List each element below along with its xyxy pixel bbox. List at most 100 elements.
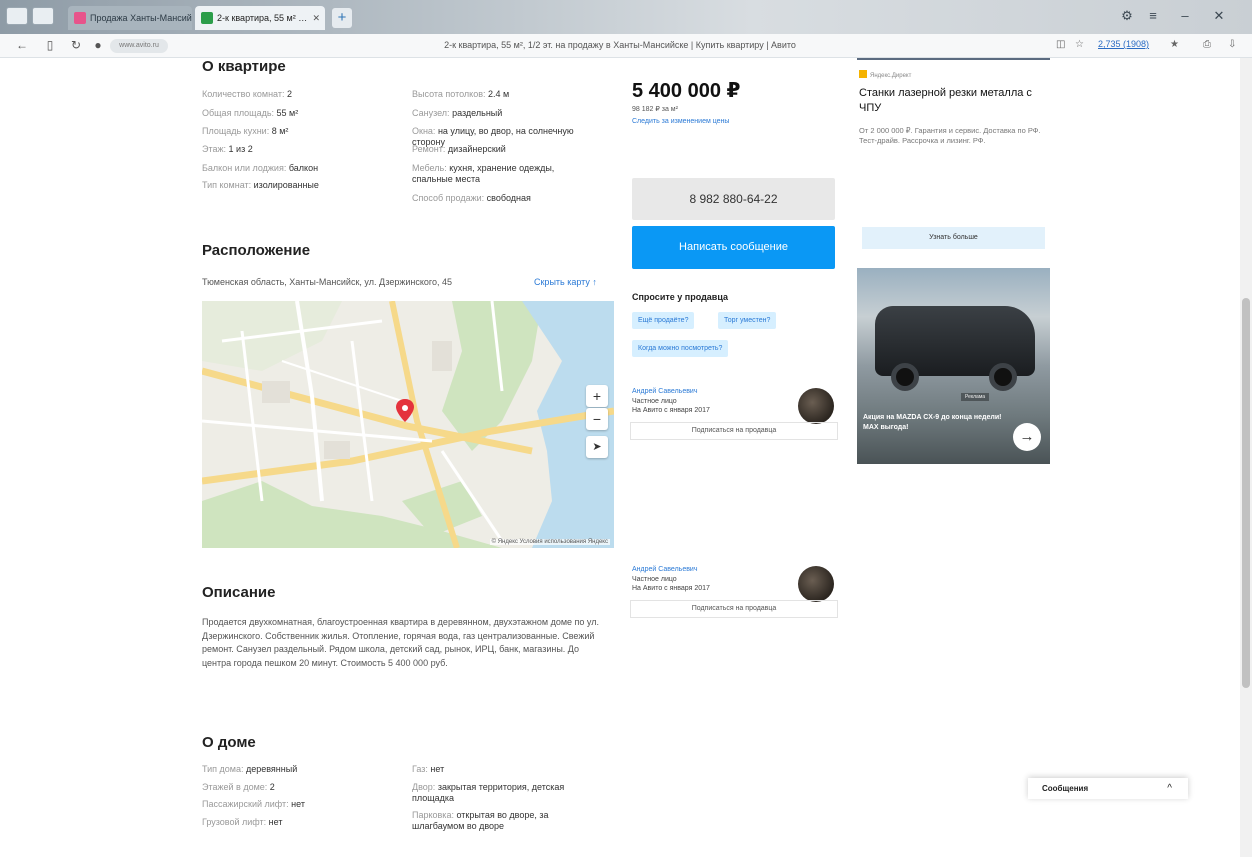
spec-value: раздельный xyxy=(452,108,503,118)
geolocate-icon[interactable]: ➤ xyxy=(586,436,608,458)
seller-name-link[interactable]: Андрей Савельевич xyxy=(632,388,698,395)
spec-row: Общая площадь: 55 м² xyxy=(202,108,298,119)
menu-icon[interactable]: ≡ xyxy=(1144,8,1162,23)
zoom-out-button[interactable]: − xyxy=(586,408,608,430)
tab-active[interactable]: 2-к квартира, 55 м² … ✕ xyxy=(195,6,325,30)
show-phone-button[interactable]: 8 982 880-64-22 xyxy=(632,178,835,220)
star-icon[interactable]: ★ xyxy=(1170,39,1179,50)
ad-banner-text[interactable]: Яндекс.Директ Станки лазерной резки мета… xyxy=(857,58,1050,258)
spec-row: Количество комнат: 2 xyxy=(202,89,292,100)
spec-row: Грузовой лифт: нет xyxy=(202,817,282,828)
download-icon[interactable]: ⇩ xyxy=(1228,39,1236,50)
url-title[interactable]: 2-к квартира, 55 м², 1/2 эт. на продажу … xyxy=(200,40,1040,50)
sidebar-toggle-icon[interactable]: ▯ xyxy=(42,38,58,52)
spec-row: Ремонт: дизайнерский xyxy=(412,144,602,155)
seller-since: На Авито с января 2017 xyxy=(632,407,710,414)
chevron-up-icon[interactable]: ^ xyxy=(1167,778,1172,799)
back-icon[interactable]: ← xyxy=(14,38,30,52)
scrollbar[interactable] xyxy=(1240,58,1252,857)
seller-card: Андрей Савельевич Частное лицо На Авито … xyxy=(630,566,838,632)
spec-key: Способ продажи: xyxy=(412,193,485,203)
spec-key: Площадь кухни: xyxy=(202,126,270,136)
spec-key: Мебель: xyxy=(412,163,447,173)
ad-caption: Акция на MAZDA CX-9 до конца недели! МАХ… xyxy=(863,414,1002,431)
spec-key: Общая площадь: xyxy=(202,108,275,118)
spec-row: Тип дома: деревянный xyxy=(202,764,297,775)
spec-row: Пассажирский лифт: нет xyxy=(202,799,305,810)
map-copyright: © Яндекс Условия использования Яндекс xyxy=(489,539,610,545)
site-info-icon[interactable]: ● xyxy=(90,38,106,52)
browser-tab-bar: Продажа Ханты-Мансийск — Ав… 2-к квартир… xyxy=(0,0,1252,34)
reload-icon[interactable]: ↻ xyxy=(68,38,84,52)
spec-row: Этажей в доме: 2 xyxy=(202,782,275,793)
ad-source: Яндекс.Директ xyxy=(859,70,911,79)
url-chip[interactable]: www.avito.ru xyxy=(110,39,168,53)
spec-key: Ремонт: xyxy=(412,144,446,154)
seller-name-link[interactable]: Андрей Савельевич xyxy=(632,566,698,573)
spec-value: 2.4 м xyxy=(488,89,510,99)
toggle-map-link[interactable]: Скрыть карту ↑ xyxy=(534,277,597,287)
avatar[interactable] xyxy=(798,566,834,602)
close-window-button[interactable]: ✕ xyxy=(1210,8,1228,24)
page-content: О квартире Количество комнат: 2 Общая пл… xyxy=(0,58,1240,857)
settings-icon[interactable]: ⚙ xyxy=(1118,8,1136,24)
spec-row: Балкон или лоджия: балкон xyxy=(202,163,318,174)
subscribe-seller-button[interactable]: Подписаться на продавца xyxy=(630,600,838,618)
quick-question-chip[interactable]: Ещё продаёте? xyxy=(632,312,695,329)
messenger-widget[interactable]: Сообщения ^ xyxy=(1028,778,1188,799)
bookmark-icon[interactable]: ☆ xyxy=(1075,39,1084,50)
price-per-m2: 98 182 ₽ за м² xyxy=(632,106,678,113)
ask-seller-title: Спросите у продавца xyxy=(632,292,728,302)
ad-title[interactable]: Станки лазерной резки металла с ЧПУ xyxy=(859,86,1039,116)
ad-text: От 2 000 000 ₽. Гарантия и сервис. Доста… xyxy=(859,126,1041,145)
subscribe-seller-button[interactable]: Подписаться на продавца xyxy=(630,422,838,440)
extension-counter[interactable]: 2,735 (1908) xyxy=(1098,39,1149,49)
ad-source-label: Яндекс.Директ xyxy=(870,73,912,79)
map[interactable]: + − ➤ © Яндекс Условия использования Янд… xyxy=(202,301,614,548)
spec-key: Санузел: xyxy=(412,108,450,118)
tab-inactive[interactable]: Продажа Ханты-Мансийск — Ав… xyxy=(68,6,192,30)
reader-icon[interactable]: ◫ xyxy=(1056,39,1065,50)
tab-title: 2-к квартира, 55 м² … xyxy=(217,13,308,23)
car-wheel xyxy=(891,363,919,391)
new-tab-button[interactable]: + xyxy=(332,8,352,28)
spec-key: Высота потолков: xyxy=(412,89,486,99)
spec-row: Санузел: раздельный xyxy=(412,108,602,119)
tab-list-button[interactable] xyxy=(32,7,54,25)
workspaces-button[interactable] xyxy=(6,7,28,25)
spec-row: Высота потолков: 2.4 м xyxy=(412,89,602,100)
spec-value: нет xyxy=(268,817,283,827)
spec-key: Газ: xyxy=(412,764,428,774)
scrollbar-thumb[interactable] xyxy=(1242,298,1250,688)
spec-row: Газ: нет xyxy=(412,764,602,775)
ad-learn-more-button[interactable]: Узнать больше xyxy=(862,227,1045,249)
section-title-about: О квартире xyxy=(202,58,286,75)
write-message-button[interactable]: Написать сообщение xyxy=(632,226,835,269)
close-icon[interactable]: ✕ xyxy=(312,6,320,30)
seller-type: Частное лицо xyxy=(632,398,677,405)
share-icon[interactable]: ⎙ xyxy=(1203,39,1211,50)
spec-value: балкон xyxy=(288,163,319,173)
price-history-link[interactable]: Следить за изменением цены xyxy=(632,118,729,125)
map-canvas xyxy=(202,301,614,548)
section-title-description: Описание xyxy=(202,584,276,601)
quick-question-chip[interactable]: Когда можно посмотреть? xyxy=(632,340,729,357)
spec-value: 55 м² xyxy=(276,108,299,118)
spec-value: 8 м² xyxy=(271,126,289,136)
arrow-right-icon[interactable]: → xyxy=(1013,423,1041,451)
minimize-button[interactable]: – xyxy=(1176,8,1194,23)
avatar[interactable] xyxy=(798,388,834,424)
zoom-in-button[interactable]: + xyxy=(586,385,608,407)
ad-label: Реклама xyxy=(961,393,990,401)
spec-key: Окна: xyxy=(412,126,436,136)
ad-banner-image[interactable]: Реклама Акция на MAZDA CX-9 до конца нед… xyxy=(857,268,1050,464)
spec-row: Способ продажи: свободная xyxy=(412,193,602,204)
spec-key: Тип дома: xyxy=(202,764,244,774)
spec-value: изолированные xyxy=(253,180,319,190)
spec-row: Этаж: 1 из 2 xyxy=(202,144,253,155)
quick-question-chip[interactable]: Торг уместен? xyxy=(718,312,777,329)
spec-key: Этаж: xyxy=(202,144,227,154)
spec-value: 2 xyxy=(269,782,275,792)
spec-row: Мебель: кухня, хранение одежды, спальные… xyxy=(412,163,592,185)
spec-value: деревянный xyxy=(245,764,298,774)
